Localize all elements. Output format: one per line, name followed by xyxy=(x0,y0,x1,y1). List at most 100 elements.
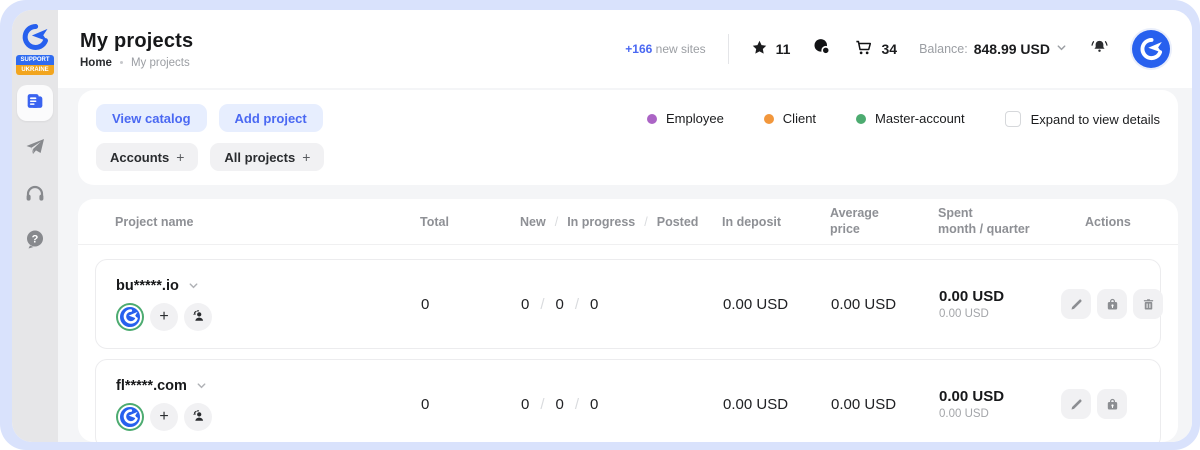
delete-button[interactable] xyxy=(1133,289,1163,319)
notifications-button[interactable] xyxy=(1089,36,1110,62)
total-value: 0 xyxy=(421,296,521,313)
edit-button[interactable] xyxy=(1061,389,1091,419)
col-spent: Spent month / quarter xyxy=(938,206,1060,237)
spent-cell: 0.00 USD 0.00 USD xyxy=(939,388,1061,420)
notifications-icon xyxy=(1089,36,1110,62)
balance-dropdown[interactable]: Balance: 848.99 USD xyxy=(919,40,1067,58)
toolbar-buttons: View catalog Add project Accounts+ All p… xyxy=(96,104,324,171)
edit-button[interactable] xyxy=(1061,289,1091,319)
deposit-icon xyxy=(1105,297,1120,312)
breadcrumb-separator xyxy=(120,61,123,64)
balance-value: 848.99 USD xyxy=(974,41,1050,57)
new-sites-count: +166 xyxy=(625,42,652,56)
transfer-person-icon xyxy=(190,408,207,425)
legend-master-account: Master-account xyxy=(856,111,965,126)
average-price-value: 0.00 USD xyxy=(831,296,939,313)
divider xyxy=(728,34,729,64)
sidebar-nav: ? xyxy=(17,85,53,259)
row-actions xyxy=(1061,289,1163,319)
topbar-stats: +166 new sites 11 xyxy=(625,30,1170,68)
deposit-button[interactable] xyxy=(1097,289,1127,319)
trash-icon xyxy=(1141,297,1156,312)
expand-label: Expand to view details xyxy=(1031,112,1160,127)
cart-count: 34 xyxy=(881,41,897,57)
project-name-dropdown[interactable]: fl*****.com xyxy=(116,378,421,394)
chevron-down-icon xyxy=(196,380,207,391)
spent-month: 0.00 USD xyxy=(939,388,1061,405)
add-member-button[interactable]: + xyxy=(150,303,178,331)
expand-checkbox[interactable] xyxy=(1005,111,1021,127)
total-value: 0 xyxy=(421,396,521,413)
breadcrumb: Home My projects xyxy=(80,57,193,69)
col-in-deposit: In deposit xyxy=(722,215,830,229)
deposit-button[interactable] xyxy=(1097,389,1127,419)
app-window: SUPPORT UKRAINE xyxy=(12,10,1192,442)
breadcrumb-home[interactable]: Home xyxy=(80,57,112,69)
pencil-icon xyxy=(1069,397,1084,412)
svg-text:?: ? xyxy=(32,233,39,245)
legend-client: Client xyxy=(764,111,816,126)
chat-icon xyxy=(812,37,832,62)
in-deposit-value: 0.00 USD xyxy=(723,396,831,413)
col-actions: Actions xyxy=(1060,215,1141,229)
project-avatars: + xyxy=(116,303,421,331)
col-project-name: Project name xyxy=(115,215,420,229)
page-frame: SUPPORT UKRAINE xyxy=(0,0,1200,450)
headphones-icon xyxy=(23,181,47,210)
plus-icon: + xyxy=(176,149,184,165)
chat-button[interactable] xyxy=(812,37,832,62)
master-account-avatar[interactable] xyxy=(118,405,142,429)
table-rows: bu*****.io xyxy=(78,245,1178,442)
project-name-dropdown[interactable]: bu*****.io xyxy=(116,278,421,294)
master-account-avatar[interactable] xyxy=(118,305,142,329)
star-icon xyxy=(751,39,768,59)
deposit-icon xyxy=(1105,397,1120,412)
new-sites-link[interactable]: +166 new sites xyxy=(625,42,705,56)
telegram-icon xyxy=(23,135,47,164)
transfer-person-icon xyxy=(190,308,207,325)
page-title: My projects xyxy=(80,30,193,53)
projects-icon xyxy=(24,90,46,117)
favorites-button[interactable]: 11 xyxy=(751,39,791,59)
project-avatars: + xyxy=(116,403,421,431)
cart-button[interactable]: 34 xyxy=(854,38,897,60)
master-account-dot xyxy=(856,114,866,124)
sidebar-item-support[interactable] xyxy=(17,177,53,213)
content: View catalog Add project Accounts+ All p… xyxy=(58,88,1192,442)
plus-icon: + xyxy=(302,149,310,165)
brand-logo[interactable] xyxy=(20,22,50,52)
view-catalog-button[interactable]: View catalog xyxy=(96,104,207,132)
status-values: 0 / 0 / 0 xyxy=(521,396,723,413)
projects-filter[interactable]: All projects+ xyxy=(210,143,324,171)
sidebar-item-help[interactable]: ? xyxy=(17,223,53,259)
breadcrumb-current: My projects xyxy=(131,57,190,69)
transfer-project-button[interactable] xyxy=(184,403,212,431)
add-member-button[interactable]: + xyxy=(150,403,178,431)
row-actions xyxy=(1061,389,1140,419)
chevron-down-icon xyxy=(188,280,199,291)
pencil-icon xyxy=(1069,297,1084,312)
new-sites-label: new sites xyxy=(656,42,706,56)
transfer-project-button[interactable] xyxy=(184,303,212,331)
legend-employee: Employee xyxy=(647,111,724,126)
sidebar-item-telegram[interactable] xyxy=(17,131,53,167)
accounts-filter[interactable]: Accounts+ xyxy=(96,143,198,171)
projects-table: Project name Total New / In progress / P… xyxy=(78,199,1178,442)
title-block: My projects Home My projects xyxy=(80,30,193,69)
expand-details-toggle[interactable]: Expand to view details xyxy=(1005,111,1160,127)
account-avatar[interactable] xyxy=(1132,30,1170,68)
col-statuses: New / In progress / Posted xyxy=(520,215,722,229)
sidebar-item-projects[interactable] xyxy=(17,85,53,121)
table-row: fl*****.com xyxy=(95,359,1161,442)
project-cell: fl*****.com xyxy=(116,378,421,431)
main-area: My projects Home My projects +166 new si… xyxy=(58,10,1192,442)
cart-icon xyxy=(854,38,873,60)
add-project-button[interactable]: Add project xyxy=(219,104,323,132)
spent-month: 0.00 USD xyxy=(939,288,1061,305)
client-dot xyxy=(764,114,774,124)
balance-label: Balance: xyxy=(919,42,968,56)
support-ukraine-badge: SUPPORT UKRAINE xyxy=(16,55,54,75)
spent-quarter: 0.00 USD xyxy=(939,408,1061,420)
legend: Employee Client Master-account Expa xyxy=(647,104,1160,171)
col-average-price: Average price xyxy=(830,206,938,237)
